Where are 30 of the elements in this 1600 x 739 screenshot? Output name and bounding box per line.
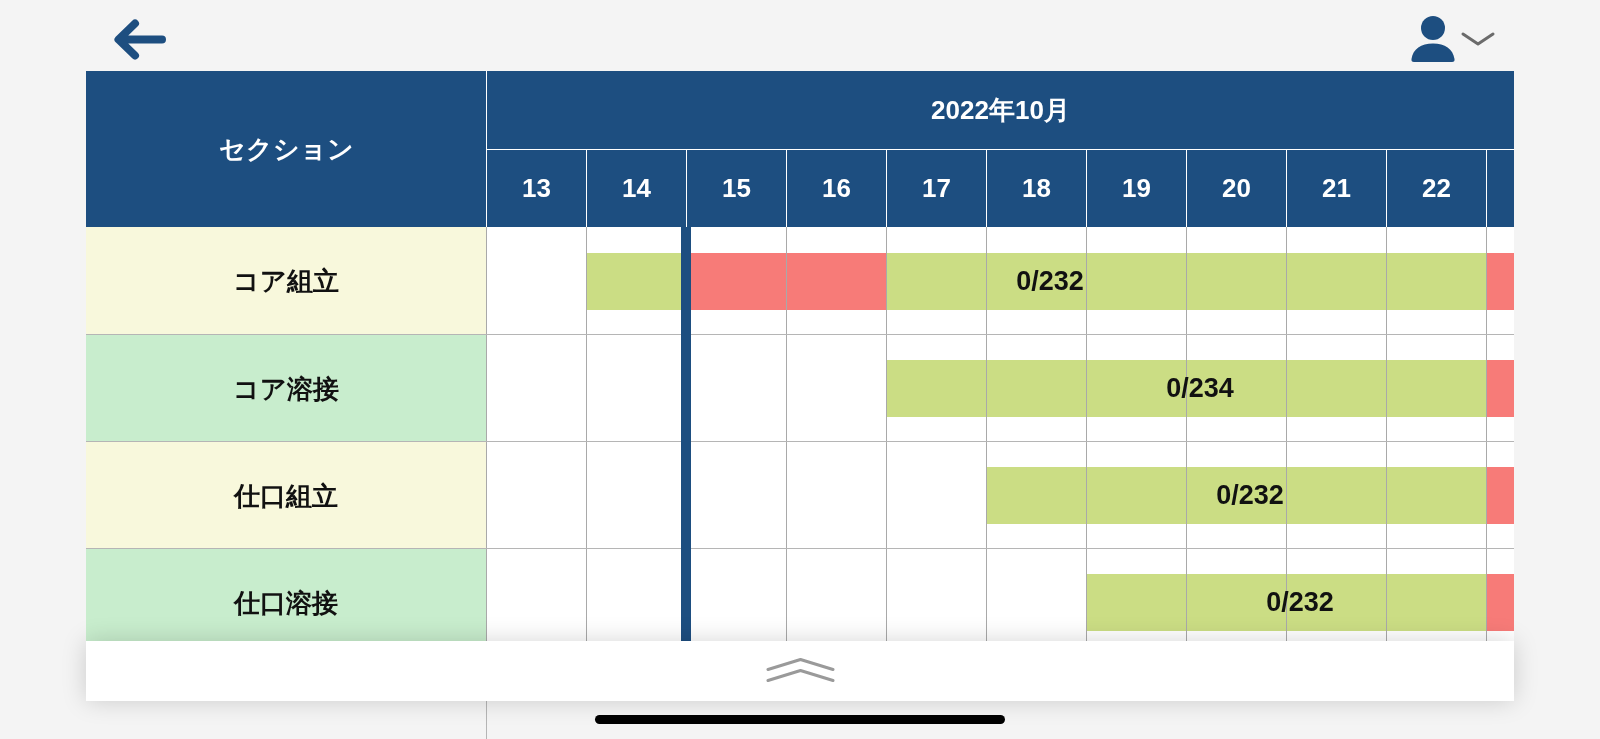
day-header-cell: 20: [1186, 150, 1286, 227]
section-header: セクション: [86, 71, 486, 227]
day-header-cell: 22: [1386, 150, 1486, 227]
day-header-cell: 21: [1286, 150, 1386, 227]
day-header-cell: 14: [586, 150, 686, 227]
account-menu-button[interactable]: [1411, 16, 1495, 62]
day-header-cell: 19: [1086, 150, 1186, 227]
column-divider: [486, 701, 487, 739]
delay-bar-segment: [1486, 467, 1514, 524]
double-chevron-up-icon[interactable]: [765, 658, 835, 682]
day-header-cell: 16: [786, 150, 886, 227]
progress-label: 0/232: [1216, 479, 1284, 512]
progress-label: 0/232: [1266, 586, 1334, 619]
section-cell: コア溶接: [86, 334, 486, 441]
arrow-left-icon[interactable]: [114, 19, 166, 60]
day-header-cell: 17: [886, 150, 986, 227]
delay-bar-segment: [1486, 574, 1514, 631]
user-icon: [1411, 16, 1455, 62]
month-header: 2022年10月: [486, 71, 1514, 150]
section-cell: 仕口溶接: [86, 548, 486, 641]
progress-label: 0/234: [1166, 372, 1234, 405]
section-cell: 仕口組立: [86, 441, 486, 548]
section-cell: コア組立: [86, 227, 486, 334]
day-header-cell: 13: [486, 150, 586, 227]
delay-bar-segment: [1486, 360, 1514, 417]
day-header-cell: 15: [686, 150, 786, 227]
delay-bar-segment: [1486, 253, 1514, 310]
day-header-cell: 18: [986, 150, 1086, 227]
progress-label: 0/232: [1016, 265, 1084, 298]
chevron-down-icon: [1461, 32, 1495, 46]
